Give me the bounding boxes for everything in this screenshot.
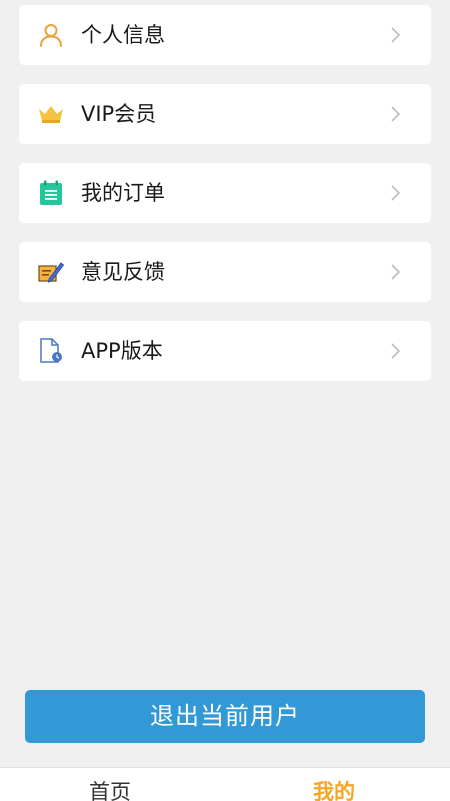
crown-icon [38, 101, 64, 127]
menu-item-profile[interactable]: 个人信息 [19, 5, 431, 65]
version-icon [38, 338, 64, 364]
menu-item-label: 意见反馈 [81, 260, 165, 284]
chevron-right-icon [386, 26, 404, 44]
chevron-right-icon [386, 105, 404, 123]
feedback-icon [38, 259, 64, 285]
menu-item-label: APP版本 [81, 339, 163, 363]
chevron-right-icon [386, 184, 404, 202]
tab-mine[interactable]: 我的 [313, 776, 355, 801]
order-icon [38, 180, 64, 206]
chevron-right-icon [386, 263, 404, 281]
tab-home[interactable]: 首页 [89, 776, 131, 801]
logout-button[interactable]: 退出当前用户 [25, 690, 425, 743]
menu-item-feedback[interactable]: 意见反馈 [19, 242, 431, 302]
settings-menu: 个人信息 VIP会员 我的订单 意见反馈 APP版本 [19, 5, 431, 400]
menu-item-app-version[interactable]: APP版本 [19, 321, 431, 381]
menu-item-orders[interactable]: 我的订单 [19, 163, 431, 223]
menu-item-label: 我的订单 [81, 181, 165, 205]
menu-item-label: 个人信息 [81, 23, 165, 47]
menu-item-label: VIP会员 [81, 102, 157, 126]
menu-item-vip[interactable]: VIP会员 [19, 84, 431, 144]
bottom-tab-bar: 首页 我的 [0, 767, 450, 801]
chevron-right-icon [386, 342, 404, 360]
user-icon [38, 22, 64, 48]
